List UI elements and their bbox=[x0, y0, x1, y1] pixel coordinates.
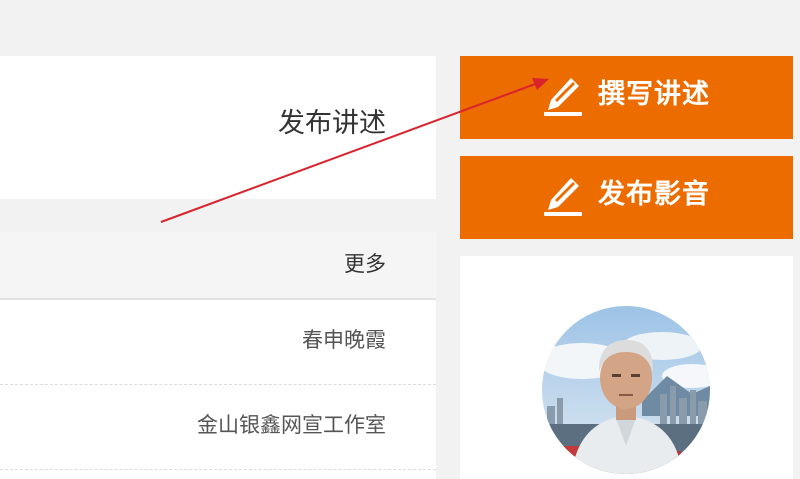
publish-media-button[interactable]: 发布影音 bbox=[460, 156, 793, 239]
pencil-write-icon bbox=[542, 76, 584, 120]
publish-title: 发布讲述 bbox=[278, 108, 386, 139]
write-story-label: 撰写讲述 bbox=[598, 79, 710, 110]
avatar[interactable] bbox=[542, 306, 710, 474]
write-story-button[interactable]: 撰写讲述 bbox=[460, 56, 793, 139]
more-link[interactable]: 更多 bbox=[344, 254, 386, 275]
pencil-write-icon bbox=[542, 176, 584, 220]
list-item-author[interactable]: 金山银鑫网宣工作室 bbox=[197, 415, 386, 436]
list-item[interactable]: 金山银鑫网宣工作室 bbox=[0, 385, 436, 470]
list-header: 更多 bbox=[0, 232, 436, 300]
list-item-author[interactable]: 春申晚霞 bbox=[302, 330, 386, 351]
publish-media-label: 发布影音 bbox=[598, 179, 710, 210]
list-item[interactable]: 春申晚霞 bbox=[0, 300, 436, 385]
list-panel: 更多 春申晚霞 金山银鑫网宣工作室 bbox=[0, 232, 436, 479]
publish-panel: 发布讲述 bbox=[0, 56, 436, 199]
profile-panel bbox=[460, 256, 793, 479]
